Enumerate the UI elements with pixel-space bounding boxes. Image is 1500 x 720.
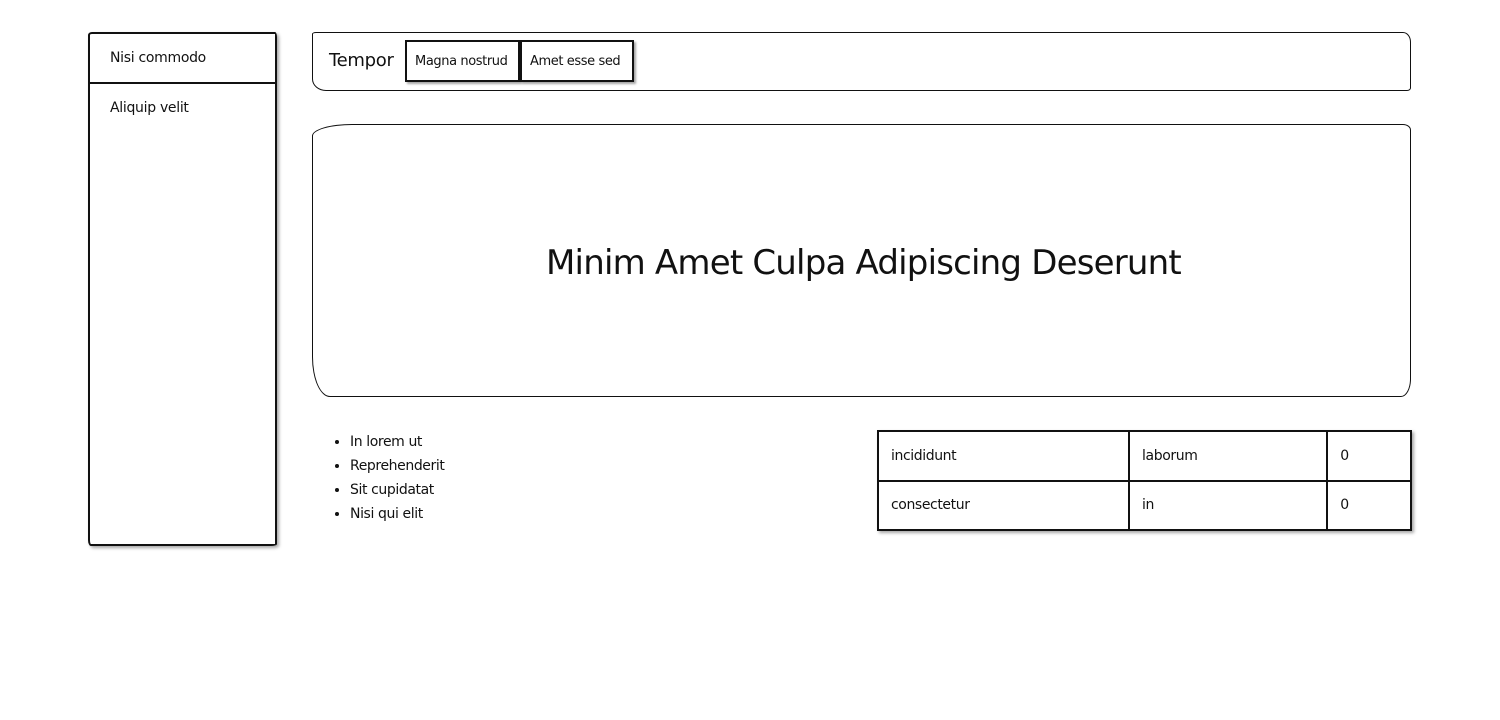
table-cell: laborum bbox=[1128, 430, 1329, 482]
list-item: In lorem ut bbox=[350, 430, 444, 454]
sidebar: Nisi commodo Aliquip velit bbox=[88, 32, 277, 546]
table-row: incididunt laborum 0 bbox=[876, 430, 1412, 482]
bullet-list: In lorem ut Reprehenderit Sit cupidatat … bbox=[330, 430, 445, 526]
magna-nostrud-button[interactable]: Magna nostrud bbox=[405, 40, 520, 82]
table-row: consectetur in 0 bbox=[876, 479, 1412, 531]
list-item: Reprehenderit bbox=[350, 454, 445, 478]
top-navbar: Tempor Magna nostrud Amet esse sed bbox=[312, 32, 1411, 91]
table-cell: consectetur bbox=[876, 479, 1131, 531]
table-cell: 0 bbox=[1326, 430, 1412, 482]
data-table: incididunt laborum 0 consectetur in 0 bbox=[876, 430, 1412, 531]
navbar-brand: Tempor bbox=[329, 50, 394, 71]
table-cell: incididunt bbox=[876, 430, 1131, 482]
list-item: Nisi qui elit bbox=[350, 502, 444, 526]
sidebar-item-nisi-commodo[interactable]: Nisi commodo bbox=[90, 34, 275, 84]
sidebar-item-label: Nisi commodo bbox=[110, 50, 206, 66]
sidebar-item-aliquip-velit[interactable]: Aliquip velit bbox=[90, 84, 275, 134]
hero-title: Minim Amet Culpa Adipiscing Deserunt bbox=[546, 242, 1182, 283]
table-cell: in bbox=[1128, 479, 1329, 531]
table-cell: 0 bbox=[1326, 479, 1412, 531]
sidebar-item-label: Aliquip velit bbox=[110, 100, 189, 116]
hero-panel: Minim Amet Culpa Adipiscing Deserunt bbox=[312, 124, 1411, 397]
amet-esse-sed-button[interactable]: Amet esse sed bbox=[520, 40, 634, 82]
list-item: Sit cupidatat bbox=[350, 478, 444, 502]
